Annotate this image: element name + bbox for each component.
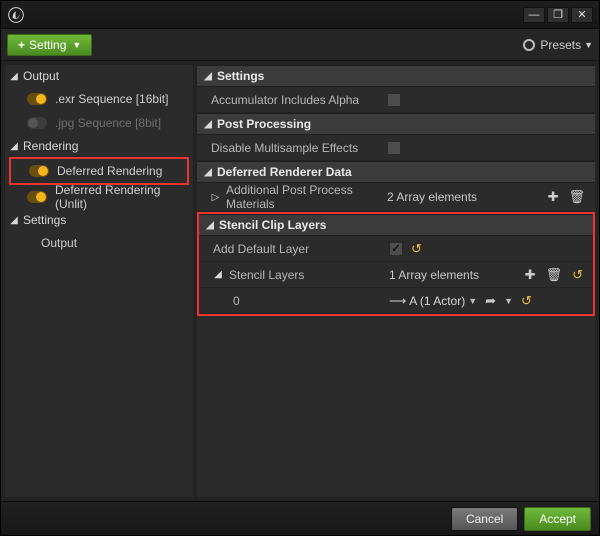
add-setting-button[interactable]: + Setting ▼: [7, 34, 92, 56]
reset-to-default-icon[interactable]: ↺: [570, 267, 585, 283]
reset-to-default-icon[interactable]: ↺: [409, 241, 424, 257]
expand-icon[interactable]: ◢: [9, 215, 19, 226]
row-label: Accumulator Includes Alpha: [197, 93, 387, 107]
add-element-icon[interactable]: ✚: [546, 189, 561, 205]
section-title: Stencil Clip Layers: [219, 218, 326, 232]
plus-icon: +: [18, 38, 25, 52]
row-accumulator-includes-alpha: Accumulator Includes Alpha: [197, 87, 595, 113]
chevron-down-icon[interactable]: ▼: [504, 296, 513, 306]
row-label: Stencil Layers: [229, 268, 304, 282]
row-label: Add Default Layer: [199, 242, 389, 256]
actor-layer-dropdown[interactable]: ⟶ A (1 Actor) ▼: [389, 294, 477, 308]
section-title: Settings: [217, 69, 264, 83]
section-header-settings[interactable]: ◢ Settings: [197, 65, 595, 87]
expand-icon[interactable]: ◢: [203, 167, 213, 178]
settings-window: — ❐ ✕ + Setting ▼ Presets ▼ ◢ Output .ex…: [0, 0, 600, 536]
checkbox[interactable]: [387, 93, 401, 107]
section-header-deferred-renderer-data[interactable]: ◢ Deferred Renderer Data: [197, 161, 595, 183]
sidebar-item-deferred-rendering-unlit[interactable]: Deferred Rendering (Unlit): [5, 185, 193, 209]
row-label: 0: [199, 294, 389, 308]
sidebar-item-jpg-sequence[interactable]: .jpg Sequence [8bit]: [5, 111, 193, 135]
sidebar-item-label: .exr Sequence [16bit]: [55, 92, 168, 106]
maximize-button[interactable]: ❐: [547, 7, 569, 23]
pick-actor-icon[interactable]: ➦: [483, 293, 498, 309]
sidebar-item-deferred-rendering[interactable]: Deferred Rendering: [11, 159, 187, 183]
sidebar-item-label: Deferred Rendering (Unlit): [55, 183, 193, 211]
section-title: Post Processing: [217, 117, 311, 131]
reset-to-default-icon[interactable]: ↺: [519, 293, 534, 309]
sidebar-group-rendering[interactable]: ◢ Rendering: [5, 135, 193, 157]
sidebar-group-settings[interactable]: ◢ Settings: [5, 209, 193, 231]
expand-icon[interactable]: ◢: [9, 71, 19, 82]
titlebar: — ❐ ✕: [1, 1, 599, 29]
add-element-icon[interactable]: ✚: [523, 267, 538, 283]
chevron-down-icon: ▼: [72, 40, 81, 50]
sidebar-item-output-settings[interactable]: Output: [5, 231, 193, 255]
toolbar: + Setting ▼ Presets ▼: [1, 29, 599, 61]
sidebar-group-label: Output: [23, 69, 59, 83]
sidebar-group-label: Rendering: [23, 139, 78, 153]
toggle-on-icon[interactable]: [27, 93, 47, 105]
presets-icon: [523, 39, 535, 51]
cancel-button[interactable]: Cancel: [451, 507, 518, 531]
add-setting-label: Setting: [29, 38, 66, 52]
expand-icon[interactable]: ◢: [9, 141, 19, 152]
expand-icon[interactable]: ◢: [203, 71, 213, 82]
sidebar-group-output[interactable]: ◢ Output: [5, 65, 193, 87]
unreal-icon: [8, 7, 24, 23]
row-disable-multisample: Disable Multisample Effects: [197, 135, 595, 161]
row-stencil-layer-0: 0 ⟶ A (1 Actor) ▼ ➦ ▼ ↺: [199, 288, 593, 314]
array-count: 2 Array elements: [387, 190, 477, 204]
sidebar: ◢ Output .exr Sequence [16bit] .jpg Sequ…: [5, 65, 193, 497]
footer: Cancel Accept: [1, 501, 599, 535]
sidebar-group-label: Settings: [23, 213, 66, 227]
toggle-off-icon[interactable]: [27, 117, 47, 129]
close-button[interactable]: ✕: [571, 7, 593, 23]
checkbox-checked[interactable]: ✓: [389, 242, 403, 256]
row-additional-pp-materials: ▷ Additional Post Process Materials 2 Ar…: [197, 183, 595, 212]
section-header-stencil-clip-layers[interactable]: ◢ Stencil Clip Layers: [199, 214, 593, 236]
app-logo: [7, 6, 25, 24]
delete-icon[interactable]: 🗑: [544, 267, 565, 283]
body: ◢ Output .exr Sequence [16bit] .jpg Sequ…: [1, 61, 599, 501]
row-label: Additional Post Process Materials: [226, 183, 387, 211]
checkbox[interactable]: [387, 141, 401, 155]
accept-button[interactable]: Accept: [524, 507, 591, 531]
toggle-on-icon[interactable]: [29, 165, 49, 177]
section-header-post-processing[interactable]: ◢ Post Processing: [197, 113, 595, 135]
expand-icon[interactable]: ◢: [203, 119, 213, 130]
selection-highlight: Deferred Rendering: [9, 157, 189, 185]
sidebar-item-exr-sequence[interactable]: .exr Sequence [16bit]: [5, 87, 193, 111]
expand-icon[interactable]: ◢: [205, 220, 215, 231]
minimize-button[interactable]: —: [523, 7, 545, 23]
collapse-icon[interactable]: ▷: [211, 192, 220, 203]
row-stencil-layers: ◢ Stencil Layers 1 Array elements ✚ 🗑 ↺: [199, 262, 593, 288]
presets-dropdown[interactable]: Presets ▼: [523, 38, 593, 52]
delete-icon[interactable]: 🗑: [566, 189, 587, 205]
dropdown-value: A (1 Actor): [409, 294, 465, 308]
chevron-down-icon: ▼: [468, 296, 477, 306]
stencil-highlight: ◢ Stencil Clip Layers Add Default Layer …: [197, 212, 595, 316]
sidebar-item-label: Output: [41, 236, 77, 250]
row-add-default-layer: Add Default Layer ✓ ↺: [199, 236, 593, 262]
presets-label: Presets: [540, 38, 581, 52]
toggle-on-icon[interactable]: [27, 191, 47, 203]
section-title: Deferred Renderer Data: [217, 165, 352, 179]
expand-icon[interactable]: ◢: [213, 269, 223, 280]
details-panel: ◢ Settings Accumulator Includes Alpha ◢ …: [197, 65, 595, 497]
row-label: Disable Multisample Effects: [197, 141, 387, 155]
array-count: 1 Array elements: [389, 268, 479, 282]
chevron-down-icon: ▼: [584, 40, 593, 50]
sidebar-item-label: Deferred Rendering: [57, 164, 162, 178]
sidebar-item-label: .jpg Sequence [8bit]: [55, 116, 161, 130]
